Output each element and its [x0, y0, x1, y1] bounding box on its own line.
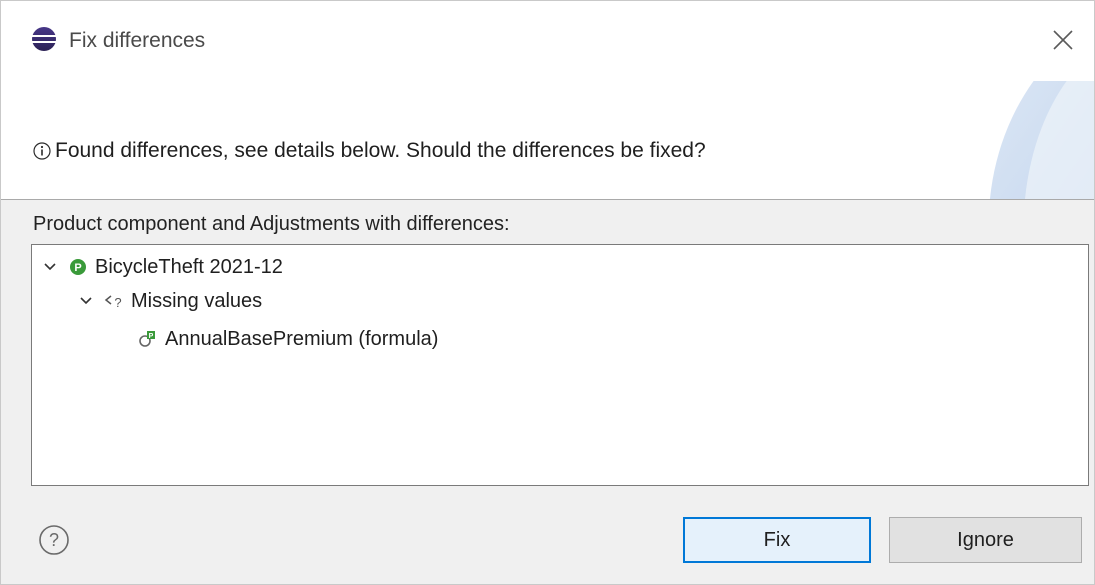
chevron-down-icon[interactable] — [41, 258, 59, 276]
svg-text:P: P — [74, 262, 81, 274]
differences-tree[interactable]: P BicycleTheft 2021-12 ? Missing values — [31, 244, 1089, 486]
ignore-button[interactable]: Ignore — [889, 517, 1082, 563]
tree-node-label: AnnualBasePremium (formula) — [165, 327, 439, 350]
help-icon[interactable]: ? — [37, 523, 71, 557]
eclipse-icon — [31, 26, 57, 52]
tree-node-label: Missing values — [131, 289, 263, 312]
tree-node-missing-values[interactable]: ? Missing values — [77, 285, 262, 317]
tree-node-formula[interactable]: P AnnualBasePremium (formula) — [137, 323, 438, 355]
fix-button[interactable]: Fix — [683, 517, 871, 563]
product-component-icon: P — [67, 256, 89, 278]
fix-differences-dialog: Fix differences Found differences, see d… — [0, 0, 1095, 585]
tree-section-label: Product component and Adjustments with d… — [33, 213, 510, 235]
info-icon — [33, 142, 51, 160]
tree-node-product-component[interactable]: P BicycleTheft 2021-12 — [41, 251, 283, 283]
message-banner: Found differences, see details below. Sh… — [1, 81, 1094, 200]
differences-message: Found differences, see details below. Sh… — [55, 139, 706, 162]
svg-text:?: ? — [114, 295, 121, 310]
title-bar: Fix differences — [1, 1, 1094, 81]
tree-node-label: BicycleTheft 2021-12 — [95, 255, 283, 278]
svg-text:P: P — [149, 333, 154, 340]
svg-text:?: ? — [49, 530, 59, 550]
chevron-down-icon[interactable] — [77, 292, 95, 310]
close-icon[interactable] — [1048, 25, 1078, 55]
formula-icon: P — [137, 328, 159, 350]
banner-decoration — [990, 81, 1094, 199]
window-title: Fix differences — [69, 29, 206, 52]
missing-values-icon: ? — [103, 290, 125, 312]
